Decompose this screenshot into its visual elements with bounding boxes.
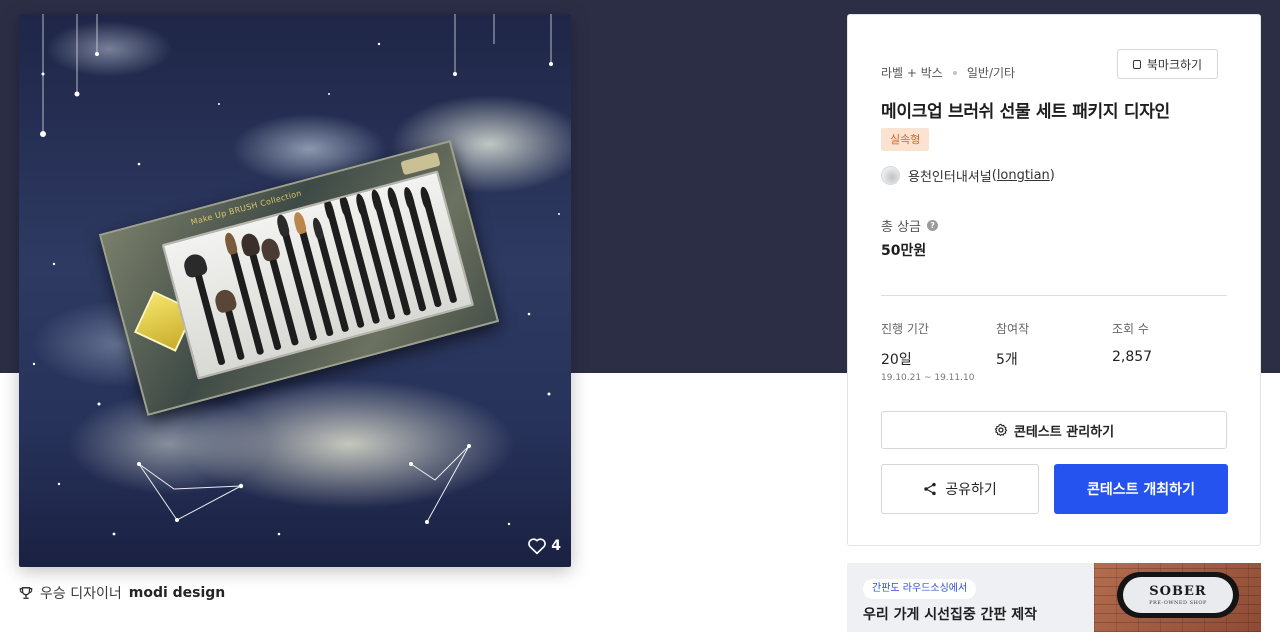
manage-contest-label: 콘테스트 관리하기	[1013, 424, 1115, 440]
stat-value: 20일	[881, 352, 912, 368]
stat-entries: 참여작 5개	[996, 320, 1029, 369]
ad-sign-subtext: PRE-OWNED SHOP	[1149, 600, 1207, 606]
breadcrumb-category[interactable]: 라벨 + 박스	[881, 64, 943, 81]
stat-duration: 진행 기간 20일 19.10.21 ~ 19.11.10	[881, 320, 974, 383]
ad-tag: 간판도 라우드소싱에서	[863, 579, 977, 599]
breadcrumb-separator	[952, 70, 957, 75]
contest-title: 메이크업 브러쉬 선물 세트 패키지 디자인	[881, 102, 1170, 122]
stat-views: 조회 수 2,857	[1112, 320, 1152, 365]
divider	[881, 295, 1227, 296]
stat-label: 진행 기간	[881, 322, 929, 336]
share-icon	[924, 482, 936, 496]
ad-sign-text: SOBER	[1149, 584, 1207, 599]
winning-designer-name[interactable]: modi design	[129, 585, 226, 601]
ad-sign-plate: SOBER PRE-OWNED SHOP	[1123, 577, 1233, 613]
host-contest-label: 콘테스트 개최하기	[1087, 482, 1195, 498]
prize-value: 50만원	[881, 243, 927, 259]
stat-value: 5개	[996, 352, 1018, 368]
stat-date-range: 19.10.21 ~ 19.11.10	[881, 373, 975, 383]
like-counter[interactable]: 4	[527, 537, 561, 555]
ad-sign-image: SOBER PRE-OWNED SHOP	[1117, 572, 1239, 618]
prize-label: 총 상금 ?	[881, 216, 939, 235]
bookmark-button[interactable]: 북마크하기	[1117, 49, 1218, 79]
stat-value: 2,857	[1112, 349, 1153, 365]
help-icon[interactable]: ?	[927, 220, 939, 231]
winning-designer-label: 우승 디자이너	[40, 586, 122, 602]
stat-label: 참여작	[996, 322, 1030, 336]
bookmark-icon	[1132, 59, 1141, 69]
signage-ad-banner[interactable]: 간판도 라우드소싱에서 우리 가게 시선집중 간판 제작 SOBER PRE-O…	[847, 563, 1261, 632]
breadcrumb-subcategory[interactable]: 일반/기타	[967, 64, 1015, 81]
breadcrumb: 라벨 + 박스 일반/기타	[881, 64, 1015, 81]
ad-headline: 우리 가게 시선집중 간판 제작	[863, 607, 1038, 623]
heart-icon[interactable]	[527, 537, 547, 555]
bookmark-label: 북마크하기	[1146, 57, 1203, 72]
gear-icon	[994, 423, 1008, 437]
contest-type-badge: 실속형	[881, 128, 930, 151]
prize-label-text: 총 상금	[881, 220, 922, 235]
brush-item	[418, 185, 458, 304]
manage-contest-button[interactable]: 콘테스트 관리하기	[881, 411, 1227, 449]
like-count: 4	[551, 538, 561, 554]
host-contest-button[interactable]: 콘테스트 개최하기	[1054, 464, 1228, 514]
brush-item	[212, 287, 246, 361]
stat-label: 조회 수	[1112, 322, 1149, 336]
trophy-icon	[19, 587, 33, 599]
owner-name: 용천인터내셔널	[908, 170, 992, 185]
winning-designer: 우승 디자이너 modi design	[19, 583, 225, 603]
contest-info-card: 라벨 + 박스 일반/기타 북마크하기 메이크업 브러쉬 선물 세트 패키지 디…	[847, 14, 1261, 546]
brush-item	[181, 251, 226, 366]
share-button[interactable]: 공유하기	[881, 464, 1039, 514]
contest-owner: 용천인터내셔널(longtian)	[881, 166, 1055, 185]
share-label: 공유하기	[945, 482, 997, 498]
contest-artwork-image[interactable]: Make Up BRUSH Collection 4	[19, 14, 571, 567]
owner-id-link[interactable]: longtian	[997, 168, 1050, 183]
owner-avatar	[881, 166, 900, 185]
